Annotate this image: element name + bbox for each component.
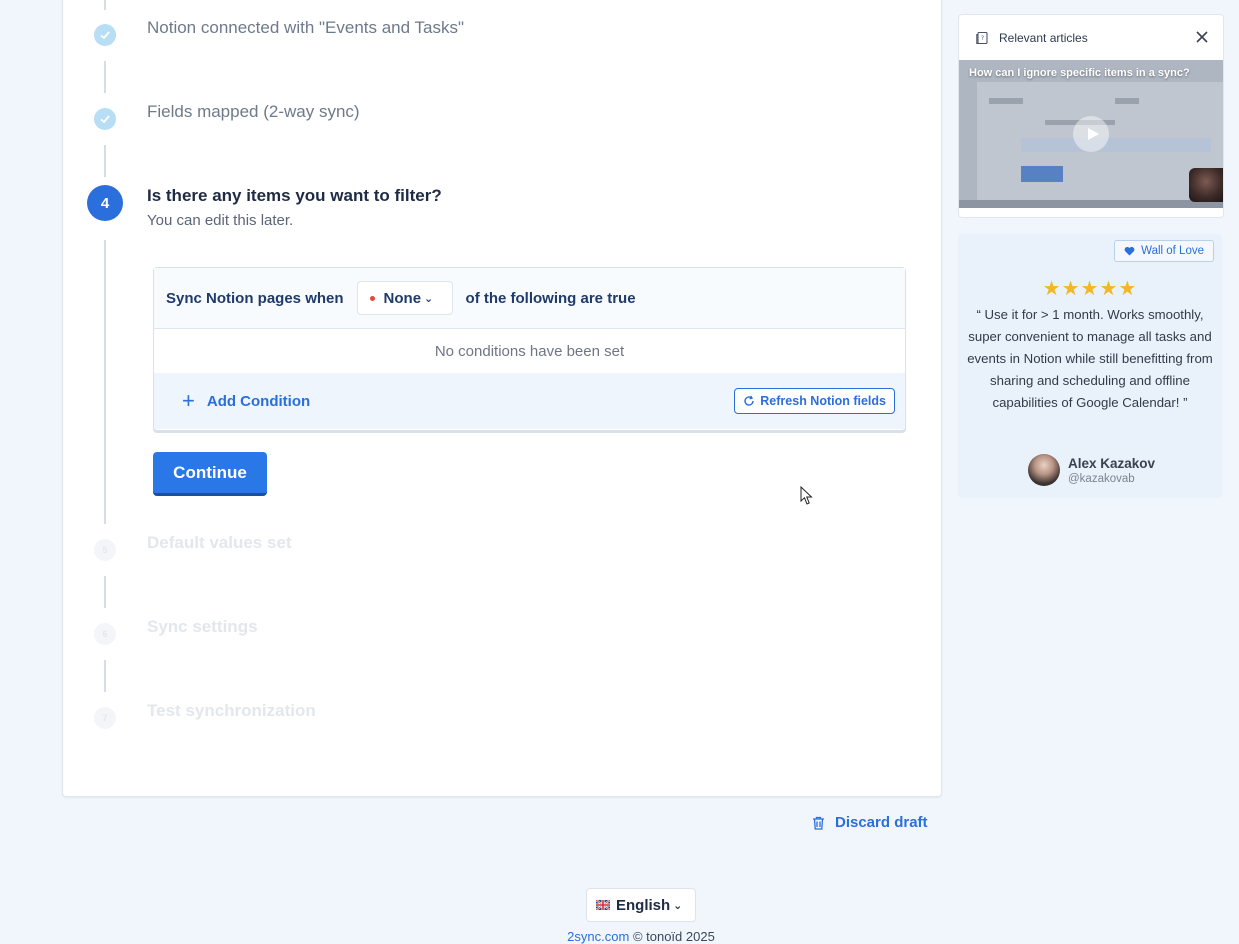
heart-icon — [1124, 246, 1135, 256]
step-connector — [104, 145, 106, 177]
step-connector — [104, 61, 106, 93]
discard-draft-button[interactable]: Discard draft — [812, 814, 928, 831]
refresh-label: Refresh Notion fields — [760, 394, 886, 408]
trash-icon — [813, 816, 824, 830]
filter-operator-value: None — [383, 289, 422, 307]
chevron-down-icon: ⌄ — [673, 899, 683, 912]
step-7-title: Test synchronization — [147, 701, 316, 720]
step-7-number: 7 — [94, 707, 116, 729]
step-5-title: Default values set — [147, 533, 292, 552]
step-4-subtitle: You can edit this later. — [147, 212, 294, 229]
refresh-icon — [744, 395, 754, 406]
avatar — [1028, 454, 1060, 486]
filter-header: Sync Notion pages when None ⌄ of the fol… — [154, 268, 905, 329]
author-handle: @kazakovab — [1068, 472, 1135, 485]
discard-draft-label: Discard draft — [835, 814, 928, 831]
article-book-icon: ? — [976, 31, 988, 44]
relevant-articles-panel: ? Relevant articles How can I ignore spe… — [958, 14, 1224, 218]
wall-of-love-label: Wall of Love — [1141, 245, 1204, 257]
step-2-title: Notion connected with "Events and Tasks" — [147, 18, 464, 37]
video-title: How can I ignore specific items in a syn… — [969, 67, 1190, 79]
play-icon — [1087, 128, 1099, 140]
wall-of-love-badge[interactable]: Wall of Love — [1114, 240, 1214, 262]
testimonial-card: Wall of Love ★★★★★ “ Use it for > 1 mont… — [958, 234, 1222, 498]
articles-header: ? Relevant articles — [959, 15, 1223, 60]
filter-operator-select[interactable]: None ⌄ — [356, 281, 453, 315]
uk-flag-icon — [596, 900, 610, 910]
close-icon[interactable] — [1195, 30, 1209, 44]
rating-stars: ★★★★★ — [1042, 278, 1138, 300]
step-6-number: 6 — [94, 623, 116, 645]
language-select[interactable]: English ⌄ — [586, 888, 696, 922]
svg-text:?: ? — [981, 35, 984, 42]
testimonial-author: Alex Kazakov @kazakovab — [1028, 454, 1155, 486]
step-2-check-icon — [94, 24, 116, 46]
step-connector — [104, 576, 106, 608]
mouse-cursor-icon — [800, 486, 813, 505]
step-4-title: Is there any items you want to filter? — [147, 186, 442, 205]
step-3-title: Fields mapped (2-way sync) — [147, 102, 360, 121]
add-condition-button[interactable]: + Add Condition — [182, 390, 310, 412]
filter-suffix-label: of the following are true — [465, 289, 636, 307]
step-connector — [104, 240, 106, 524]
step-4-number: 4 — [87, 185, 123, 221]
filter-prefix-label: Sync Notion pages when — [166, 289, 344, 307]
step-6-title: Sync settings — [147, 617, 258, 636]
video-thumbnail[interactable]: How can I ignore specific items in a syn… — [959, 60, 1223, 208]
play-button[interactable] — [1073, 116, 1109, 152]
step-5-number: 5 — [94, 539, 116, 561]
presenter-webcam-thumbnail — [1189, 168, 1223, 202]
empty-conditions-text: No conditions have been set — [434, 342, 625, 360]
author-name: Alex Kazakov — [1068, 455, 1156, 471]
status-dot-icon — [369, 295, 375, 301]
step-connector — [104, 660, 106, 692]
articles-title: Relevant articles — [999, 30, 1088, 45]
step-connector — [104, 0, 106, 10]
plus-icon: + — [182, 388, 195, 413]
refresh-notion-fields-button[interactable]: Refresh Notion fields — [734, 388, 895, 414]
filter-footer: + Add Condition Refresh Notion fields — [154, 373, 905, 429]
testimonial-quote: “ Use it for > 1 month. Works smoothly, … — [967, 307, 1213, 410]
step-3-check-icon — [94, 108, 116, 130]
setup-card: Notion connected with "Events and Tasks"… — [62, 0, 942, 797]
filter-panel: Sync Notion pages when None ⌄ of the fol… — [153, 267, 906, 431]
add-condition-label: Add Condition — [206, 392, 311, 410]
continue-button[interactable]: Continue — [153, 452, 267, 496]
chevron-down-icon: ⌄ — [424, 292, 434, 305]
language-label: English — [616, 896, 671, 914]
